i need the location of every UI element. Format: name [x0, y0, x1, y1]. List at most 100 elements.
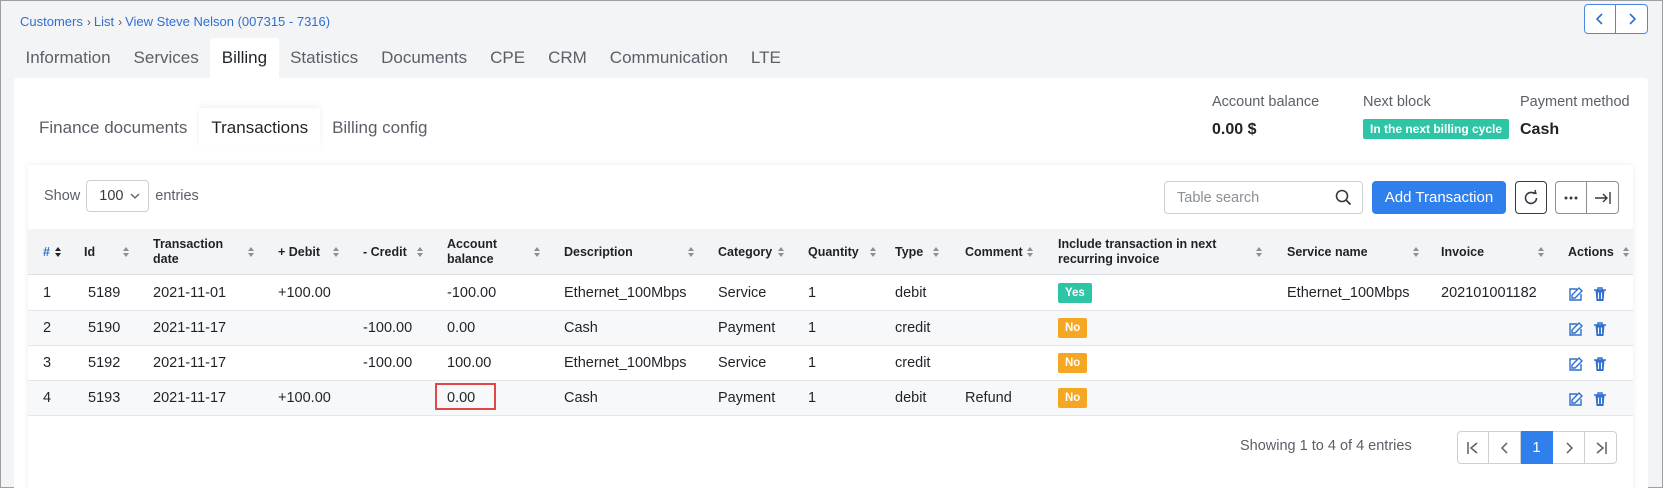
- sort-icon[interactable]: [932, 246, 940, 258]
- tab-transactions[interactable]: Transactions: [199, 108, 320, 148]
- column-header-description[interactable]: Description: [564, 229, 633, 275]
- cell-balance: 0.00: [447, 320, 476, 336]
- column-header-debit[interactable]: + Debit: [278, 229, 320, 275]
- column-header-quantity[interactable]: Quantity: [808, 229, 859, 275]
- chevron-down-icon: [130, 193, 140, 199]
- column-header-id[interactable]: Id: [84, 229, 95, 275]
- trash-icon[interactable]: [1592, 321, 1608, 337]
- sort-icon[interactable]: [1026, 246, 1034, 258]
- breadcrumb: Customers › List › View Steve Nelson (00…: [20, 14, 330, 29]
- record-navigation: [1584, 4, 1648, 34]
- breadcrumb-list[interactable]: List: [94, 14, 114, 29]
- edit-icon[interactable]: [1568, 286, 1584, 302]
- refresh-icon: [1524, 189, 1538, 204]
- sort-icon[interactable]: [1412, 246, 1420, 258]
- chevron-right-icon: ›: [118, 14, 123, 29]
- cell-balance: -100.00: [447, 285, 497, 301]
- first-page-button[interactable]: [1457, 431, 1489, 464]
- sort-icon[interactable]: [247, 246, 255, 258]
- table-search: [1164, 181, 1363, 214]
- more-button[interactable]: [1555, 181, 1587, 214]
- sort-icon[interactable]: [1255, 246, 1263, 258]
- column-header-include[interactable]: Include transaction in next recurring in…: [1058, 229, 1228, 275]
- next-block-badge: In the next billing cycle: [1363, 119, 1510, 139]
- payment-method-block: Payment method Cash: [1520, 94, 1630, 139]
- search-input[interactable]: [1177, 189, 1327, 206]
- previous-page-button[interactable]: [1489, 431, 1521, 464]
- column-header-type[interactable]: Type: [895, 229, 923, 275]
- sort-icon[interactable]: [332, 246, 340, 258]
- tab-crm[interactable]: CRM: [537, 38, 599, 78]
- sort-icon[interactable]: [1537, 246, 1545, 258]
- cell-debit: +100.00: [278, 390, 331, 406]
- cell-date: 2021-11-17: [153, 390, 227, 406]
- column-header-actions: Actions: [1568, 244, 1614, 259]
- cell-description: Cash: [564, 320, 598, 336]
- highlight-box: [435, 383, 496, 410]
- cell-quantity: 1: [808, 390, 817, 406]
- sort-icon[interactable]: [687, 246, 695, 258]
- edit-icon[interactable]: [1568, 391, 1584, 407]
- tab-communication[interactable]: Communication: [598, 38, 739, 78]
- trash-icon[interactable]: [1592, 286, 1608, 302]
- tab-cpe[interactable]: CPE: [479, 38, 537, 78]
- cell-invoice[interactable]: 202101001182: [1441, 276, 1537, 311]
- include-badge: No: [1058, 353, 1088, 374]
- cell-type: debit: [895, 285, 927, 301]
- export-icon: [1594, 191, 1611, 204]
- next-record-button[interactable]: [1616, 4, 1648, 34]
- tab-documents[interactable]: Documents: [370, 38, 479, 78]
- tab-statistics[interactable]: Statistics: [279, 38, 370, 78]
- column-header-service-name[interactable]: Service name: [1287, 229, 1368, 275]
- account-balance-value: 0.00 $: [1212, 121, 1257, 138]
- column-header-number[interactable]: #: [43, 229, 50, 275]
- chevron-left-icon: [1595, 13, 1603, 25]
- chevron-right-icon: ›: [86, 14, 91, 29]
- tab-finance-documents[interactable]: Finance documents: [27, 108, 199, 148]
- tab-services[interactable]: Services: [122, 38, 210, 78]
- tab-billing[interactable]: Billing: [210, 38, 279, 78]
- entries-value: 100: [99, 188, 124, 204]
- breadcrumb-current[interactable]: View Steve Nelson (007315 - 7316): [125, 14, 330, 29]
- entries-select[interactable]: 100: [86, 180, 150, 212]
- breadcrumb-customers[interactable]: Customers: [20, 14, 83, 29]
- sort-icon[interactable]: [416, 246, 424, 258]
- cell-quantity: 1: [808, 320, 817, 336]
- sort-icon[interactable]: [122, 246, 130, 258]
- sort-icon[interactable]: [54, 246, 62, 258]
- sort-icon[interactable]: [1622, 246, 1630, 258]
- sort-icon[interactable]: [869, 246, 877, 258]
- trash-icon[interactable]: [1592, 356, 1608, 372]
- column-header-comment[interactable]: Comment: [965, 229, 1023, 275]
- last-page-button[interactable]: [1585, 431, 1617, 464]
- tab-billing-config[interactable]: Billing config: [320, 108, 439, 148]
- add-transaction-button[interactable]: Add Transaction: [1372, 181, 1506, 214]
- column-header-invoice[interactable]: Invoice: [1441, 229, 1484, 275]
- previous-record-button[interactable]: [1584, 4, 1616, 34]
- edit-icon[interactable]: [1568, 321, 1584, 337]
- sort-icon[interactable]: [533, 246, 541, 258]
- tab-information[interactable]: Information: [14, 38, 122, 78]
- tab-lte[interactable]: LTE: [739, 38, 792, 78]
- column-header-category[interactable]: Category: [718, 229, 772, 275]
- export-button[interactable]: [1587, 181, 1619, 214]
- table-row: 4 5193 2021-11-17 +100.00 0.00 Cash Paym…: [28, 381, 1633, 416]
- trash-icon[interactable]: [1592, 391, 1608, 407]
- refresh-button[interactable]: [1515, 181, 1547, 214]
- payment-method-value: Cash: [1520, 121, 1560, 138]
- sort-icon[interactable]: [777, 246, 785, 258]
- page-1-button[interactable]: 1: [1521, 431, 1553, 464]
- edit-icon[interactable]: [1568, 356, 1584, 372]
- cell-date: 2021-11-17: [153, 355, 227, 371]
- search-icon[interactable]: [1335, 189, 1352, 206]
- cell-credit: -100.00: [363, 355, 413, 371]
- column-header-date[interactable]: Transaction date: [153, 229, 225, 275]
- next-page-button[interactable]: [1553, 431, 1585, 464]
- customer-tabs: Information Services Billing Statistics …: [14, 38, 792, 78]
- column-header-credit[interactable]: - Credit: [363, 229, 407, 275]
- column-header-balance[interactable]: Account balance: [447, 229, 507, 275]
- table-row: 2 5190 2021-11-17 -100.00 0.00 Cash Paym…: [28, 311, 1633, 346]
- cell-number: 1: [43, 285, 52, 301]
- cell-category: Payment: [718, 320, 776, 336]
- show-entries-control: Show 100 entries: [44, 180, 199, 212]
